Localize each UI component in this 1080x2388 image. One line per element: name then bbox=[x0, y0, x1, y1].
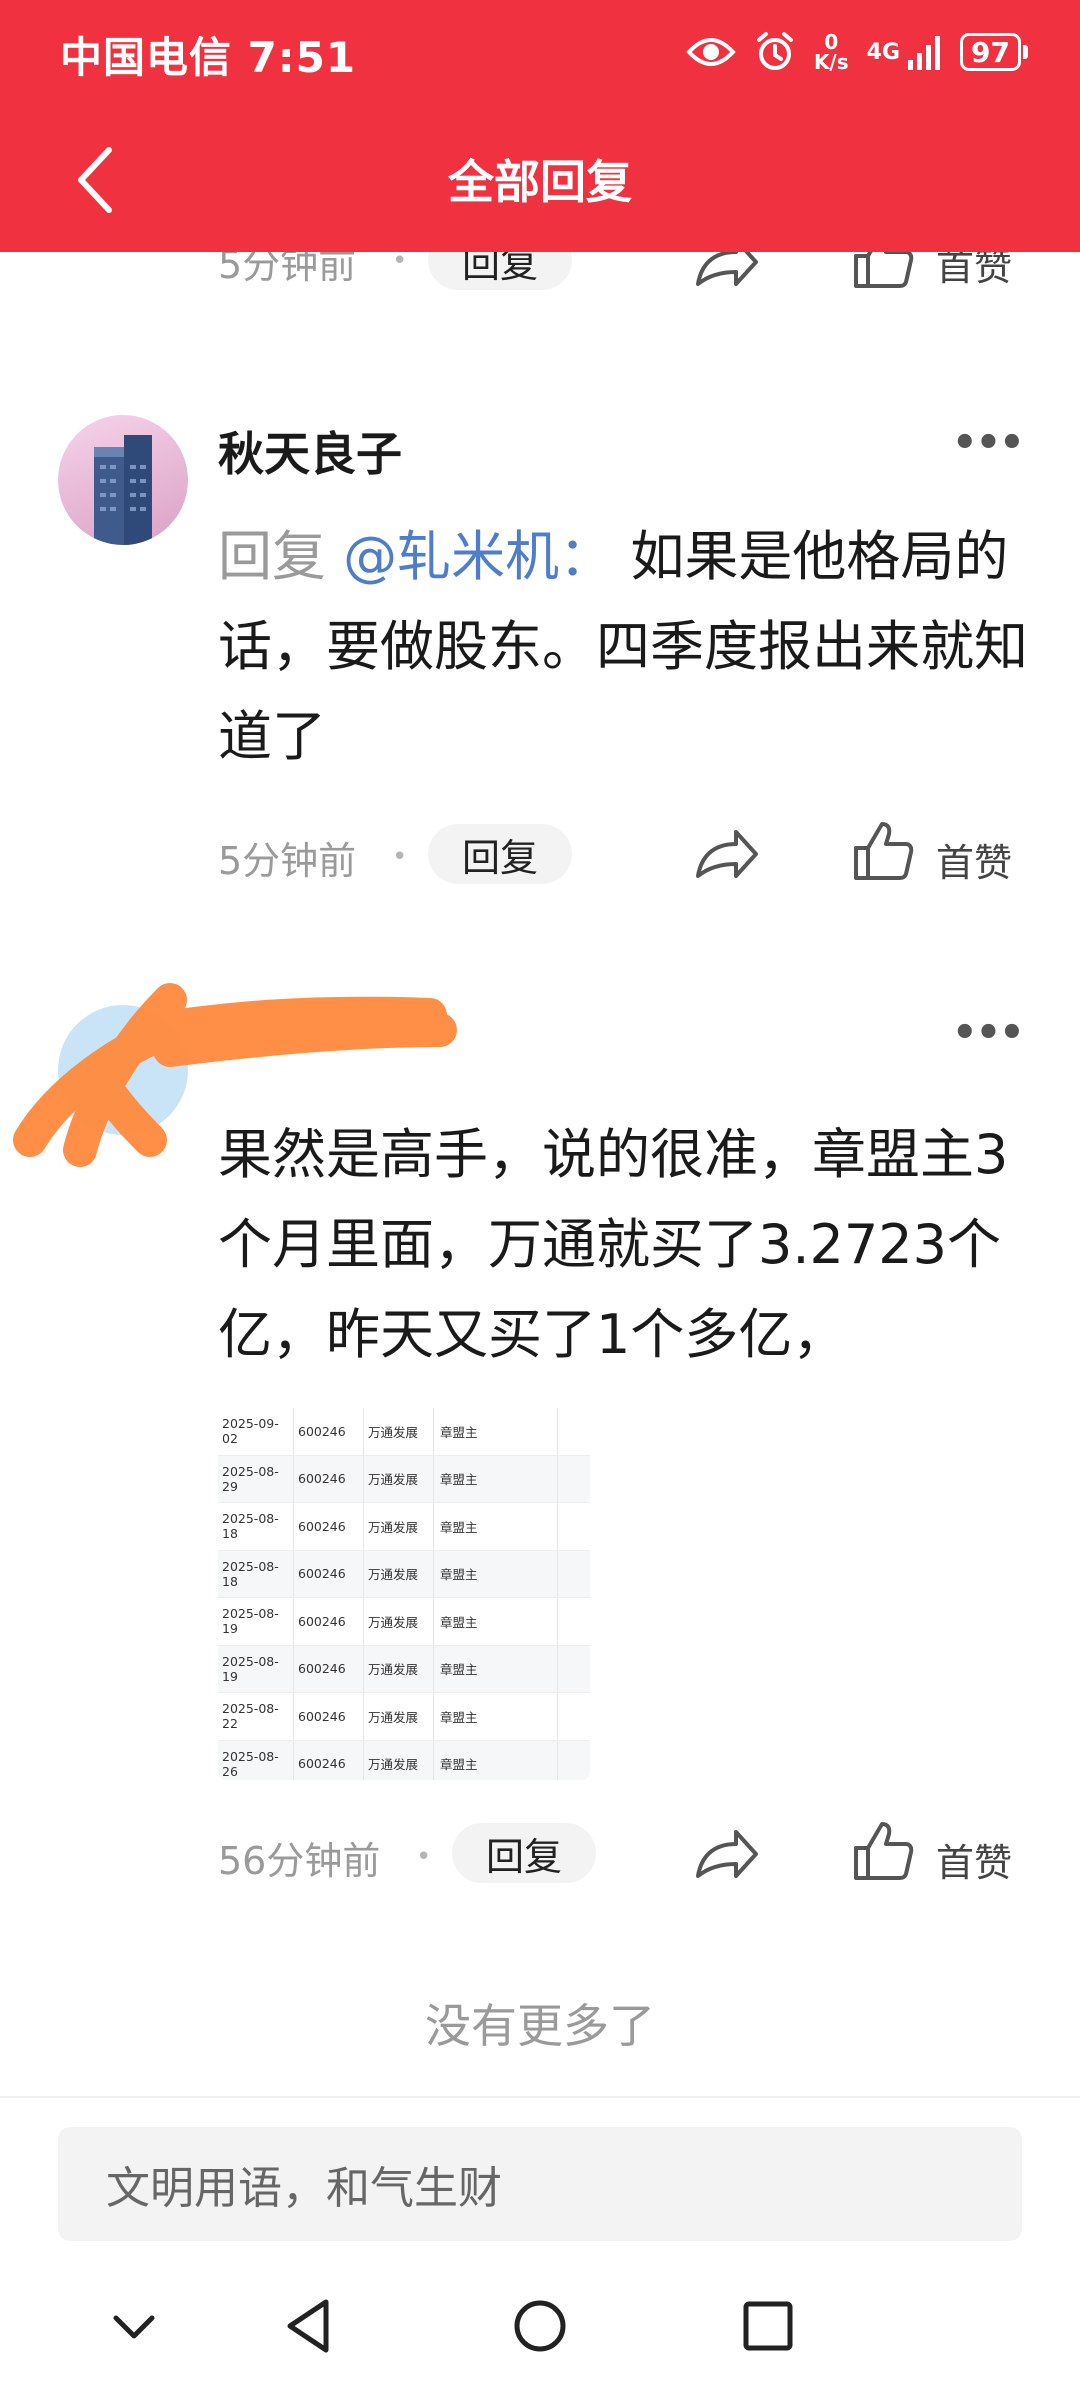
reply-prefix: 回复 bbox=[218, 525, 326, 588]
battery-icon: 97 bbox=[960, 33, 1028, 71]
table-cell-stock: 万通发展 bbox=[364, 1693, 434, 1740]
signal-icon bbox=[908, 36, 941, 70]
table-row: 2025-08-18 600246 万通发展 章盟主 bbox=[218, 1550, 590, 1598]
comment-time: 56分钟前 bbox=[218, 1839, 381, 1883]
table-cell-date: 2025-08-18 bbox=[218, 1550, 294, 1597]
table-cell-code: 600246 bbox=[294, 1503, 364, 1550]
username[interactable]: 秋天良子 bbox=[218, 418, 402, 484]
mention-link[interactable]: @轧米机 bbox=[343, 525, 559, 588]
comment-body: 如果是他格局的话，要做股东。四季度报出来就知道了 bbox=[218, 525, 1028, 768]
table-cell-date: 2025-08-19 bbox=[218, 1598, 294, 1645]
table-row: 2025-08-19 600246 万通发展 章盟主 bbox=[218, 1645, 590, 1693]
table-cell-buyer: 章盟主 bbox=[434, 1598, 558, 1645]
status-icons: 0 K/s 4G 97 bbox=[686, 22, 1028, 82]
like-label: 首赞 bbox=[936, 1841, 1013, 1885]
like-label: 首赞 bbox=[936, 841, 1013, 885]
net-speed-unit: K/s bbox=[813, 50, 849, 74]
end-of-list-text: 没有更多了 bbox=[425, 1999, 655, 2053]
table-cell-date: 2025-08-19 bbox=[218, 1645, 294, 1692]
table-cell-buyer: 章盟主 bbox=[434, 1503, 558, 1550]
more-options-button[interactable]: ••• bbox=[952, 1010, 1025, 1056]
table-cell-buyer: 章盟主 bbox=[434, 1408, 558, 1455]
like-icon[interactable] bbox=[852, 820, 914, 882]
table-cell-buyer: 章盟主 bbox=[434, 1645, 558, 1692]
attached-table-image[interactable]: 2025-09-02 600246 万通发展 章盟主 2025-08-29 60… bbox=[218, 1408, 590, 1780]
net-speed: 0 K/s bbox=[814, 32, 849, 72]
separator-dot: • bbox=[416, 1842, 432, 1872]
table-cell-code: 600246 bbox=[294, 1645, 364, 1692]
table-cell-date: 2025-08-26 bbox=[218, 1740, 294, 1780]
like-icon[interactable] bbox=[852, 1820, 914, 1882]
more-options-button[interactable]: ••• bbox=[952, 420, 1025, 466]
table-cell-code: 600246 bbox=[294, 1408, 364, 1455]
battery-level: 97 bbox=[971, 35, 1010, 69]
comment-text: 回复 @轧米机： 如果是他格局的话，要做股东。四季度报出来就知道了 bbox=[218, 512, 1033, 782]
separator-dot: • bbox=[392, 252, 408, 276]
share-icon[interactable] bbox=[692, 252, 762, 294]
table-row: 2025-08-26 600246 万通发展 章盟主 bbox=[218, 1740, 590, 1780]
table-row: 2025-08-19 600246 万通发展 章盟主 bbox=[218, 1598, 590, 1646]
alarm-icon bbox=[756, 32, 793, 70]
reply-button-label: 回复 bbox=[461, 835, 538, 880]
table-cell-stock: 万通发展 bbox=[364, 1645, 434, 1692]
network-type: 4G bbox=[866, 39, 901, 65]
table-cell-date: 2025-08-22 bbox=[218, 1693, 294, 1740]
avatar[interactable] bbox=[58, 415, 188, 545]
table-cell-buyer: 章盟主 bbox=[434, 1693, 558, 1740]
mention-colon: ： bbox=[559, 525, 614, 588]
table-row: 2025-08-18 600246 万通发展 章盟主 bbox=[218, 1503, 590, 1551]
table-cell-code: 600246 bbox=[294, 1693, 364, 1740]
comment-item: 秋天良子 ••• 回复 @轧米机： 如果是他格局的话，要做股东。四季度报出来就知… bbox=[0, 400, 1080, 920]
nav-home-icon[interactable] bbox=[512, 2298, 568, 2354]
page-title: 全部回复 bbox=[448, 155, 632, 209]
nav-back-icon[interactable] bbox=[284, 2298, 332, 2354]
nav-recents-icon[interactable] bbox=[742, 2300, 794, 2352]
reply-button[interactable]: 回复 bbox=[428, 252, 572, 290]
like-label: 首赞 bbox=[936, 252, 1013, 289]
avatar-building-image bbox=[94, 435, 152, 545]
net-speed-value: 0 bbox=[824, 30, 839, 54]
table-cell-date: 2025-09-02 bbox=[218, 1408, 294, 1455]
table-cell-stock: 万通发展 bbox=[364, 1598, 434, 1645]
table-cell-code: 600246 bbox=[294, 1550, 364, 1597]
separator-dot: • bbox=[392, 842, 408, 872]
comment-time: 5分钟前 bbox=[218, 839, 357, 883]
prev-comment-actions: 5分钟前 • 回复 首赞 bbox=[0, 252, 1080, 304]
reply-button-label: 回复 bbox=[485, 1834, 562, 1879]
table-cell-code: 600246 bbox=[294, 1598, 364, 1645]
table-row: 2025-09-02 600246 万通发展 章盟主 bbox=[218, 1408, 590, 1456]
share-icon[interactable] bbox=[692, 1822, 762, 1886]
table-cell-stock: 万通发展 bbox=[364, 1550, 434, 1597]
reply-button[interactable]: 回复 bbox=[452, 1823, 596, 1883]
divider bbox=[0, 2096, 1080, 2098]
like-icon[interactable] bbox=[852, 252, 914, 290]
table-cell-code: 600246 bbox=[294, 1740, 364, 1780]
table-cell-stock: 万通发展 bbox=[364, 1455, 434, 1502]
table-cell-date: 2025-08-18 bbox=[218, 1503, 294, 1550]
table-row: 2025-08-22 600246 万通发展 章盟主 bbox=[218, 1693, 590, 1741]
comment-time: 5分钟前 bbox=[218, 252, 357, 287]
share-icon[interactable] bbox=[692, 822, 762, 886]
eye-icon bbox=[686, 38, 736, 66]
reply-button-label: 回复 bbox=[461, 252, 538, 286]
table-cell-stock: 万通发展 bbox=[364, 1408, 434, 1455]
table-row: 2025-08-29 600246 万通发展 章盟主 bbox=[218, 1455, 590, 1503]
table-cell-date: 2025-08-29 bbox=[218, 1455, 294, 1502]
status-carrier-time: 中国电信 7:51 bbox=[60, 33, 357, 82]
comment-input-placeholder: 文明用语，和气生财 bbox=[106, 2163, 502, 2214]
comment-input[interactable]: 文明用语，和气生财 bbox=[58, 2127, 1022, 2241]
system-nav-bar bbox=[0, 2270, 1080, 2388]
table-cell-code: 600246 bbox=[294, 1455, 364, 1502]
table-cell-buyer: 章盟主 bbox=[434, 1740, 558, 1780]
table-cell-buyer: 章盟主 bbox=[434, 1455, 558, 1502]
chevron-down-icon[interactable] bbox=[112, 2314, 156, 2342]
comment-body: 果然是高手，说的很准，章盟主3个月里面，万通就买了3.2723个亿，昨天又买了1… bbox=[218, 1123, 1009, 1366]
table-cell-stock: 万通发展 bbox=[364, 1503, 434, 1550]
app-header: 中国电信 7:51 0 K/s 4G 97 全部回复 bbox=[0, 0, 1080, 252]
table-cell-buyer: 章盟主 bbox=[434, 1550, 558, 1597]
table-cell-stock: 万通发展 bbox=[364, 1740, 434, 1780]
reply-button[interactable]: 回复 bbox=[428, 824, 572, 884]
